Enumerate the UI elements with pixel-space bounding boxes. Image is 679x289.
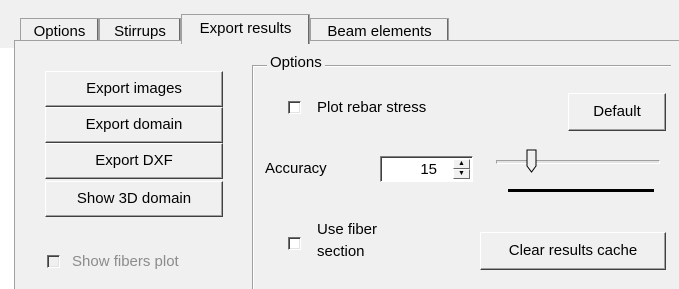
use-fiber-section-label-line1: Use fiber: [317, 221, 378, 238]
plot-rebar-stress-label: Plot rebar stress: [317, 99, 427, 116]
show-fibers-plot-label: Show fibers plot: [72, 253, 179, 270]
export-images-button[interactable]: Export images: [45, 71, 223, 107]
export-dxf-button[interactable]: Export DXF: [45, 143, 223, 179]
use-fiber-section-label-line2: section: [317, 243, 365, 260]
up-arrow-icon[interactable]: ▲: [453, 159, 470, 169]
spin-buttons: ▲ ▼: [453, 159, 470, 179]
clear-results-cache-button[interactable]: Clear results cache: [480, 232, 666, 270]
accuracy-label: Accuracy: [265, 160, 327, 177]
export-domain-button[interactable]: Export domain: [45, 107, 223, 143]
show-fibers-plot-checkbox[interactable]: [47, 255, 60, 268]
default-button[interactable]: Default: [568, 93, 666, 131]
accuracy-value[interactable]: 15: [420, 161, 437, 178]
accuracy-slider-track[interactable]: [496, 160, 660, 164]
tab-export-results[interactable]: Export results: [181, 14, 310, 44]
use-fiber-section-checkbox[interactable]: [288, 237, 301, 250]
accuracy-spinbox[interactable]: 15 ▲ ▼: [380, 156, 473, 182]
show-3d-domain-button[interactable]: Show 3D domain: [45, 181, 223, 217]
options-group-title: Options: [267, 54, 325, 71]
down-arrow-icon[interactable]: ▼: [453, 169, 470, 179]
accuracy-slider-thumb[interactable]: [526, 149, 538, 174]
accuracy-slider-baseline: [508, 189, 654, 192]
plot-rebar-stress-checkbox[interactable]: [288, 101, 301, 114]
